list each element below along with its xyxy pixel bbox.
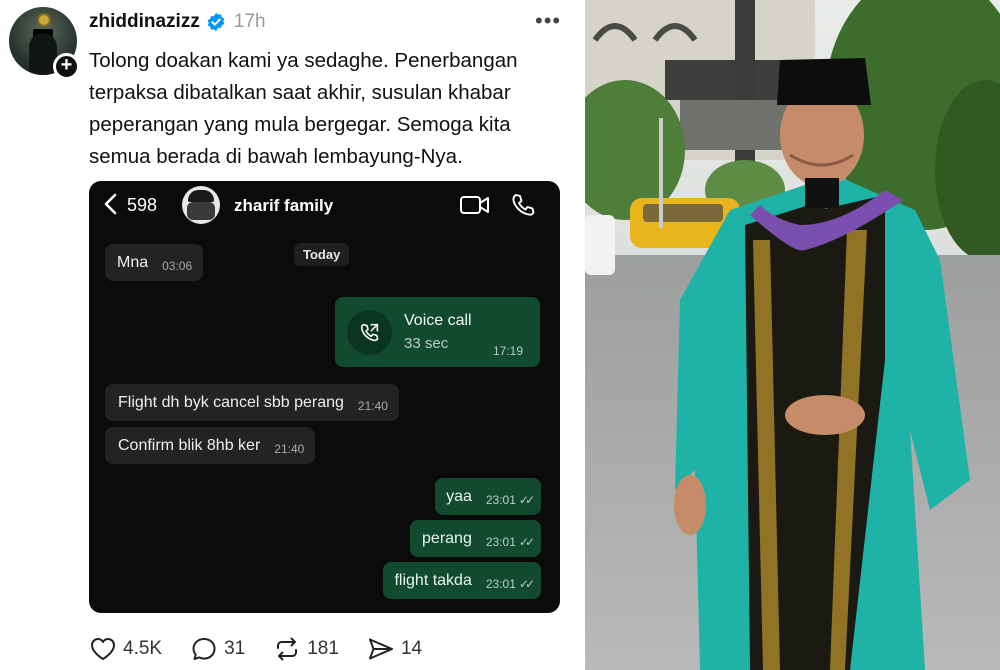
- message-bubble[interactable]: perang 23:01 ✓✓: [410, 520, 541, 557]
- post-header: zhiddinazizz 17h: [89, 9, 266, 35]
- repost-button[interactable]: 181: [273, 636, 339, 662]
- message-time: 23:01: [485, 534, 516, 549]
- back-chevron-icon[interactable]: [103, 193, 117, 215]
- call-duration: 33 sec: [404, 335, 449, 352]
- message-bubble[interactable]: Mna 03:06: [105, 244, 204, 281]
- video-call-icon[interactable]: [459, 194, 491, 216]
- phone-call-icon[interactable]: [510, 192, 536, 218]
- username[interactable]: zhiddinazizz: [89, 11, 200, 33]
- group-name[interactable]: zharif family: [234, 196, 333, 216]
- read-receipt-icon: ✓✓: [518, 576, 535, 591]
- call-title: Voice call: [404, 312, 472, 329]
- message-time: 23:01: [485, 492, 516, 507]
- post-actions: 4.5K 31 181 14: [89, 634, 450, 664]
- call-icon-wrap: [347, 310, 392, 355]
- read-receipt-icon: ✓✓: [518, 534, 535, 549]
- share-count: 14: [400, 638, 423, 659]
- repost-icon: [277, 637, 298, 661]
- threads-post: + zhiddinazizz 17h ••• Tolong doakan kam…: [0, 0, 585, 670]
- message-bubble[interactable]: Flight dh byk cancel sbb perang 21:40: [105, 384, 399, 421]
- message-bubble[interactable]: flight takda 23:01 ✓✓: [383, 562, 541, 599]
- chat-screenshot: 598 zharif family Today Mna 03:06 Voice …: [89, 181, 560, 613]
- reply-count: 31: [224, 638, 246, 659]
- send-icon: [368, 638, 393, 660]
- voice-call-bubble[interactable]: Voice call 33 sec 17:19: [335, 297, 540, 367]
- date-separator: Today: [294, 243, 350, 266]
- graduation-photo: [585, 0, 1000, 670]
- message-time: 17:19: [493, 344, 524, 358]
- chat-header: 598 zharif family: [89, 181, 560, 229]
- message-bubble[interactable]: yaa 23:01 ✓✓: [435, 478, 541, 515]
- photo-illustration: [585, 0, 1000, 670]
- message-time: 23:01: [485, 576, 516, 591]
- read-receipt-icon: ✓✓: [518, 492, 535, 507]
- emblem-icon: [37, 13, 51, 27]
- post-caption: Tolong doakan kami ya sedaghe. Penerbang…: [89, 49, 518, 168]
- like-button[interactable]: 4.5K: [89, 636, 162, 662]
- message-time: 21:40: [357, 398, 388, 413]
- heart-icon: [91, 638, 115, 660]
- repost-count: 181: [307, 638, 339, 659]
- ellipsis-icon[interactable]: •••: [535, 8, 561, 34]
- unread-count: 598: [127, 195, 158, 215]
- share-button[interactable]: 14: [367, 636, 422, 662]
- message-bubble[interactable]: Confirm blik 8hb ker 21:40: [105, 427, 316, 464]
- like-count: 4.5K: [123, 638, 163, 659]
- message-time: 03:06: [162, 258, 193, 273]
- group-avatar[interactable]: [182, 186, 220, 224]
- post-time: 17h: [233, 11, 266, 32]
- comment-icon: [192, 638, 216, 660]
- follow-plus-icon[interactable]: +: [53, 53, 80, 80]
- message-time: 21:40: [274, 441, 305, 456]
- verified-badge-icon: [207, 12, 225, 32]
- reply-button[interactable]: 31: [190, 636, 245, 662]
- outgoing-call-icon: [360, 323, 379, 342]
